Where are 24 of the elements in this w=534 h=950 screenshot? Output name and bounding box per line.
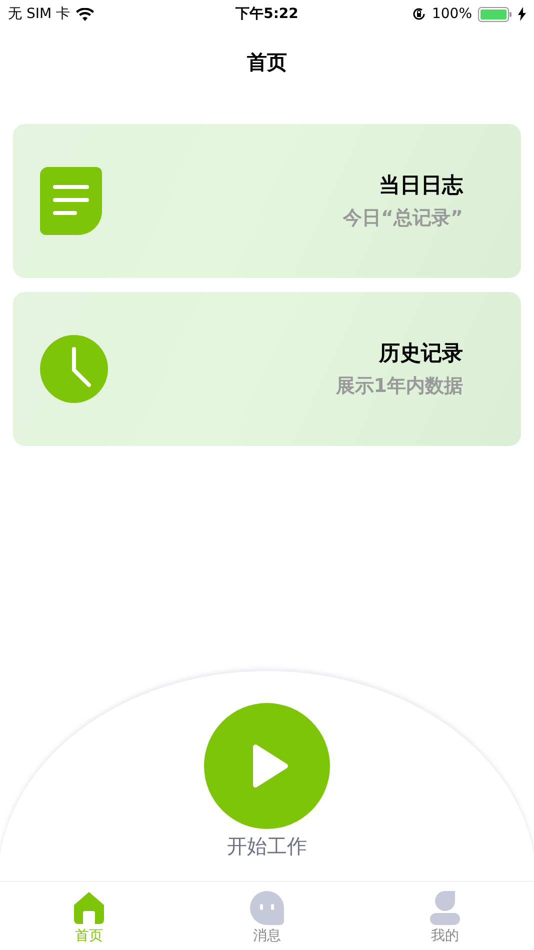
wifi-icon <box>76 8 94 20</box>
tab-item[interactable]: 消息 <box>178 882 356 950</box>
carrier-text: 无 SIM 卡 <box>8 5 70 23</box>
play-icon <box>253 743 289 789</box>
person-icon <box>429 891 461 925</box>
card-subtitle: 今日“总记录” <box>343 206 463 231</box>
menu-card[interactable]: 历史记录 展示1年内数据 <box>13 292 521 446</box>
card-title: 历史记录 <box>379 340 463 367</box>
clock-icon <box>40 335 108 403</box>
tab-item[interactable]: 我的 <box>356 882 534 950</box>
chat-icon <box>250 891 284 925</box>
document-icon <box>40 167 102 235</box>
tab-item[interactable]: 首页 <box>0 882 178 950</box>
page-title: 首页 <box>247 48 287 76</box>
charging-icon <box>518 7 526 21</box>
card-title: 当日日志 <box>379 172 463 199</box>
start-label: 开始工作 <box>227 833 307 860</box>
battery-icon <box>478 6 512 22</box>
card-subtitle: 展示1年内数据 <box>336 374 463 399</box>
battery-text: 100% <box>432 6 472 22</box>
clock-text: 下午5:22 <box>236 5 298 23</box>
home-icon <box>73 891 105 925</box>
menu-card[interactable]: 当日日志 今日“总记录” <box>13 124 521 278</box>
rotation-lock-icon <box>412 7 426 21</box>
